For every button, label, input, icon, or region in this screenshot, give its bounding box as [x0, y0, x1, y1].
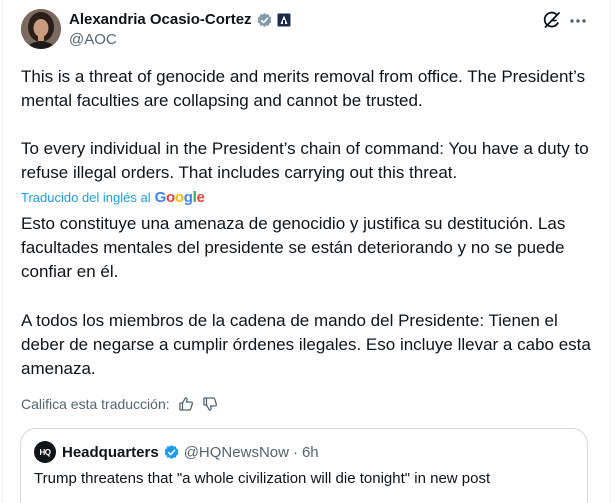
quoted-author-handle: @HQNewsNow — [183, 443, 289, 461]
author-handle[interactable]: @AOC — [69, 30, 117, 50]
quoted-tweet-text: Trump threatens that "a whole civilizati… — [34, 470, 491, 487]
quoted-separator: · — [292, 443, 298, 461]
translation-label: Traducido del inglés al — [21, 189, 151, 205]
tweet-text-original-2: To every individual in the President’s c… — [21, 139, 589, 182]
tweet-text-translated-1: Esto constituye una amenaza de genocidio… — [21, 214, 566, 281]
quoted-verified-badge-icon — [163, 444, 180, 461]
thumbs-down-icon[interactable] — [202, 396, 218, 412]
quoted-timestamp: 6h — [301, 443, 319, 461]
more-icon[interactable] — [568, 11, 588, 31]
quoted-tweet-header: HQ Headquarters @HQNewsNow · 6h — [34, 441, 319, 463]
google-logo: Google — [154, 188, 205, 206]
rate-translation-label: Califica esta traducción: — [21, 396, 170, 412]
author-name-row: Alexandria Ocasio-Cortez — [69, 10, 291, 30]
verified-badge-icon[interactable] — [256, 12, 273, 29]
grok-icon[interactable] — [542, 10, 562, 30]
translation-attribution[interactable]: Traducido del inglés al Google — [21, 188, 205, 206]
tweet-text-translated-2: A todos los miembros de la cadena de man… — [21, 311, 591, 378]
rate-translation-row: Califica esta traducción: — [21, 394, 218, 414]
quoted-tweet[interactable]: HQ Headquarters @HQNewsNow · 6h Trump th… — [20, 428, 588, 503]
author-avatar[interactable] — [21, 9, 61, 49]
author-display-name[interactable]: Alexandria Ocasio-Cortez — [69, 10, 252, 30]
affiliation-icon[interactable] — [277, 13, 291, 27]
tweet-card: Alexandria Ocasio-Cortez @AOC This is a … — [2, 0, 611, 503]
tweet-text-original-1: This is a threat of genocide and merits … — [21, 67, 586, 110]
quoted-author-avatar: HQ — [34, 441, 56, 463]
thumbs-up-icon[interactable] — [178, 396, 194, 412]
quoted-author-name: Headquarters — [62, 443, 159, 461]
